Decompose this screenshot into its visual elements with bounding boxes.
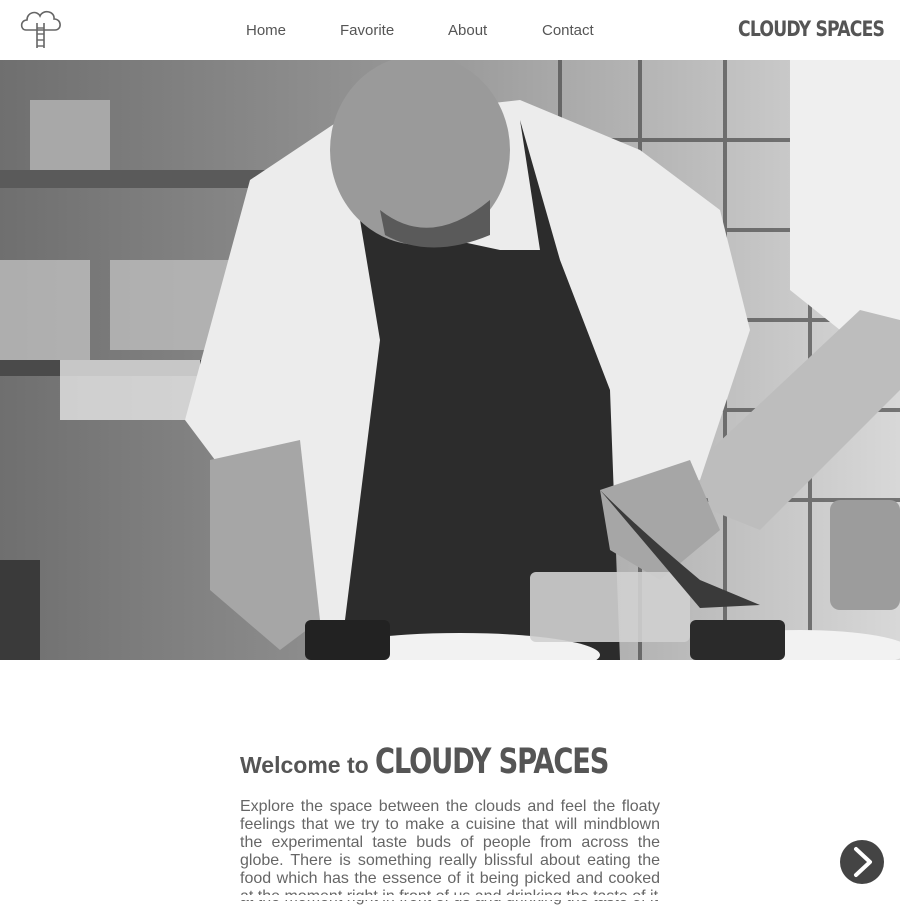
nav-contact[interactable]: Contact: [542, 22, 594, 39]
content-cutoff: [0, 895, 900, 900]
nav-favorite[interactable]: Favorite: [340, 22, 394, 39]
welcome-section: Welcome to CLOUDY SPACES Explore the spac…: [240, 745, 660, 906]
brand-logo-text[interactable]: CLOUDY SPACES: [738, 17, 885, 41]
nav-home[interactable]: Home: [246, 22, 286, 39]
site-header: Home Favorite About Contact CLOUDY SPACE…: [0, 0, 900, 60]
nav-about[interactable]: About: [448, 22, 487, 39]
welcome-brand: CLOUDY SPACES: [374, 742, 609, 782]
next-button[interactable]: [840, 840, 884, 884]
intro-paragraph: Explore the space between the clouds and…: [240, 798, 660, 905]
chef-photo: [0, 60, 900, 660]
welcome-prefix: Welcome to: [240, 752, 369, 778]
hero-image: [0, 60, 900, 660]
welcome-heading: Welcome to CLOUDY SPACES: [240, 745, 660, 780]
chevron-right-icon: [854, 847, 872, 877]
